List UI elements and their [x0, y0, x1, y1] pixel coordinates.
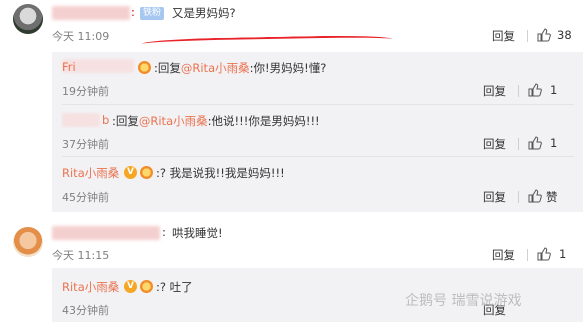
reply-author[interactable]: b	[102, 113, 109, 127]
reply-author[interactable]: Rita小雨桑	[62, 279, 119, 295]
mention-link[interactable]: @Rita小雨桑	[139, 114, 208, 128]
mention-link[interactable]: @Rita小雨桑	[181, 61, 250, 75]
like-icon[interactable]	[528, 136, 542, 150]
comment-text: 又是男妈妈?	[172, 6, 236, 20]
reply-time: 37分钟前	[62, 138, 109, 151]
reply-prefix: 回复	[157, 61, 181, 75]
medal-icon	[138, 61, 151, 74]
divider	[518, 85, 519, 97]
colon: :	[131, 5, 135, 19]
verified-v-icon: V	[124, 166, 137, 179]
replies-panel	[52, 52, 583, 212]
divider	[518, 191, 519, 203]
like-icon[interactable]	[528, 189, 542, 203]
divider	[62, 104, 574, 105]
medal-icon	[140, 280, 153, 293]
reply-time: 43分钟前	[62, 304, 109, 317]
red-underline-annotation	[141, 34, 393, 49]
comment-time: 今天 11:09	[52, 30, 110, 43]
like-count: 1	[559, 247, 567, 261]
author-name-redacted[interactable]	[52, 6, 130, 20]
reply-button[interactable]: 回复	[492, 28, 515, 44]
colon: :	[162, 225, 166, 239]
comment-text: 哄我睡觉!	[172, 226, 223, 240]
divider	[527, 30, 528, 42]
like-icon[interactable]	[537, 247, 551, 261]
fan-badge: 铁粉	[140, 7, 165, 20]
divider	[518, 138, 519, 150]
reply-time: 19分钟前	[62, 85, 109, 98]
avatar[interactable]	[13, 227, 43, 257]
reply-button[interactable]: 回复	[492, 247, 515, 263]
verified-v-icon: V	[124, 280, 137, 293]
like-icon[interactable]	[537, 28, 551, 42]
reply-button[interactable]: 回复	[483, 136, 506, 152]
watermark: 企鹅号 瑞雪说游戏	[405, 293, 522, 309]
reply-button[interactable]: 回复	[483, 189, 506, 205]
like-label[interactable]: 赞	[546, 189, 558, 205]
like-count: 38	[557, 28, 572, 42]
like-count: 1	[550, 83, 558, 97]
reply-author-redacted[interactable]	[62, 113, 100, 127]
medal-icon	[140, 166, 153, 179]
reply-text: :你!男妈妈!懂?	[249, 61, 327, 75]
reply-author[interactable]: Fri	[62, 60, 76, 74]
reply-time: 45分钟前	[62, 191, 109, 204]
reply-text: :他说!!!你是男妈妈!!!	[207, 114, 320, 128]
like-icon[interactable]	[528, 83, 542, 97]
reply-prefix: 回复	[115, 114, 139, 128]
reply-text: :? 吐了	[156, 280, 193, 294]
like-count: 1	[550, 136, 558, 150]
reply-button[interactable]: 回复	[483, 83, 506, 99]
comment-time: 今天 11:15	[52, 249, 110, 262]
divider	[62, 156, 574, 157]
reply-author[interactable]: Rita小雨桑	[62, 165, 119, 181]
avatar[interactable]	[13, 4, 43, 34]
divider	[527, 249, 528, 261]
reply-text: :? 我是说我!!我是妈妈!!!	[156, 166, 285, 180]
author-name-redacted[interactable]	[52, 226, 160, 240]
